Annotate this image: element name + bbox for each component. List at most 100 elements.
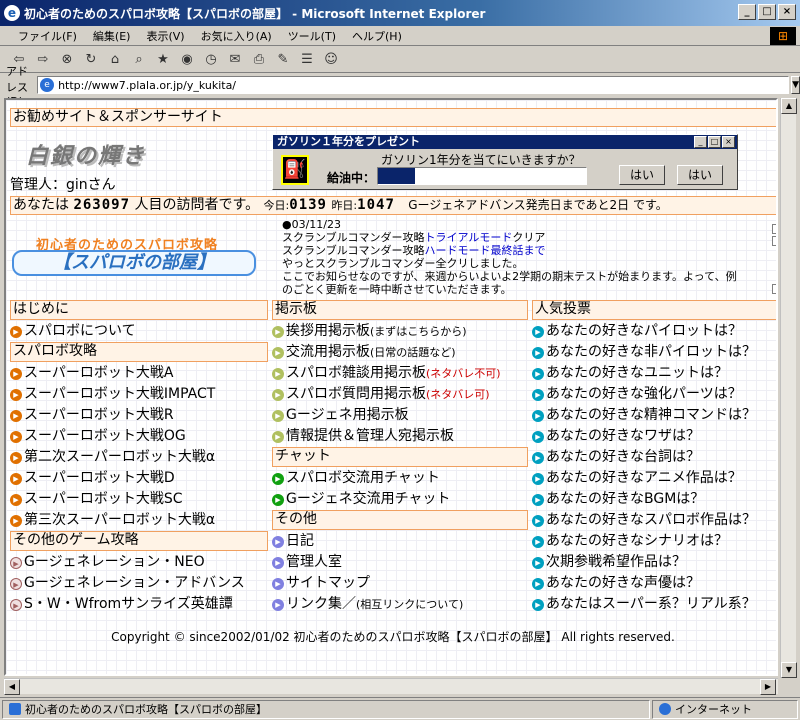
scroll-up-icon[interactable]: ▲: [781, 98, 797, 114]
link-poll[interactable]: ▶ あなたの好きなBGMは？: [532, 489, 776, 510]
link-chat-srw[interactable]: ▶ スパロボ交流用チャット: [272, 468, 528, 489]
home-icon[interactable]: ⌂: [106, 51, 124, 69]
bullet-icon: ▶: [10, 430, 22, 443]
address-dropdown-icon[interactable]: ▼: [791, 76, 800, 94]
menu-tools[interactable]: ツール(T): [288, 28, 336, 44]
link-admin-room[interactable]: ▶ 管理人室: [272, 552, 528, 573]
sponsor-logo[interactable]: 白銀の輝き: [26, 138, 146, 170]
address-url: http://www7.plala.or.jp/y_kukita/: [58, 78, 237, 92]
title-bar: e 初心者のためのスパロボ攻略【スパロボの部屋】 - Microsoft Int…: [0, 0, 800, 26]
news-scroll-up[interactable]: [772, 224, 776, 234]
edit-icon[interactable]: ✎: [274, 51, 292, 69]
menu-edit[interactable]: 編集(E): [93, 28, 131, 44]
link-srw-og[interactable]: ▶ スーパーロボット大戦OG: [10, 426, 268, 447]
section-chat: チャット: [272, 447, 528, 467]
link-ggen-neo[interactable]: ▶ Gージェネレーション・NEO: [10, 552, 268, 573]
link-poll[interactable]: ▶ あなたの好きな強化パーツは？: [532, 384, 776, 405]
stop-icon[interactable]: ⊗: [58, 51, 76, 69]
link-srw-impact[interactable]: ▶ スーパーロボット大戦IMPACT: [10, 384, 268, 405]
ad-yes-button-1[interactable]: はい: [619, 165, 665, 185]
link-poll[interactable]: ▶ あなたの好きなユニットは？: [532, 363, 776, 384]
news-link-trial[interactable]: トライアルモード: [424, 231, 512, 244]
favorites-icon[interactable]: ★: [154, 51, 172, 69]
news-scroll-track[interactable]: [772, 236, 776, 246]
yesterday-label: 昨日:: [331, 199, 358, 212]
minimize-button[interactable]: _: [738, 4, 756, 20]
scroll-down-icon[interactable]: ▼: [781, 662, 797, 678]
scroll-right-icon[interactable]: ▶: [760, 679, 776, 695]
link-bbs-greeting[interactable]: ▶ 挨拶用掲示板 (まずはこちらから): [272, 321, 528, 342]
link-ggen-advance[interactable]: ▶ Gージェネレーション・アドバンス: [10, 573, 268, 594]
menu-bar: ファイル(F) 編集(E) 表示(V) お気に入り(A) ツール(T) ヘルプ(…: [0, 26, 800, 46]
menu-favorites[interactable]: お気に入り(A): [201, 28, 272, 44]
news-scroll-down[interactable]: [772, 284, 776, 294]
link-bbs-question[interactable]: ▶ スパロボ質問用掲示板 (ネタバレ可): [272, 384, 528, 405]
discuss-icon[interactable]: ☰: [298, 51, 316, 69]
section-intro: はじめに: [10, 300, 268, 320]
link-srw-r[interactable]: ▶ スーパーロボット大戦R: [10, 405, 268, 426]
address-input[interactable]: e http://www7.plala.or.jp/y_kukita/: [37, 76, 790, 94]
link-poll[interactable]: ▶ あなたの好きな台詞は？: [532, 447, 776, 468]
menu-help[interactable]: ヘルプ(H): [352, 28, 402, 44]
link-srw-d[interactable]: ▶ スーパーロボット大戦D: [10, 468, 268, 489]
link-poll[interactable]: ▶ あなたの好きなスパロボ作品は？: [532, 510, 776, 531]
link-srw-alpha3[interactable]: ▶ 第三次スーパーロボット大戦α: [10, 510, 268, 531]
link-sitemap[interactable]: ▶ サイトマップ: [272, 573, 528, 594]
ad-yes-button-2[interactable]: はい: [677, 165, 723, 185]
refresh-icon[interactable]: ↻: [82, 51, 100, 69]
toolbar: ⇦ ⇨ ⊗ ↻ ⌂ ⌕ ★ ◉ ◷ ✉ ⎙ ✎ ☰ ☺: [0, 47, 800, 73]
link-diary[interactable]: ▶ 日記: [272, 531, 528, 552]
link-bbs-ggen[interactable]: ▶ Gージェネ用掲示板: [272, 405, 528, 426]
link-sww[interactable]: ▶ S・W・Wfromサンライズ英雄譚: [10, 594, 268, 615]
bullet-icon: ▶: [272, 556, 284, 569]
forward-icon[interactable]: ⇨: [34, 51, 52, 69]
bullet-icon: ▶: [272, 430, 284, 443]
media-icon[interactable]: ◉: [178, 51, 196, 69]
link-poll[interactable]: ▶ あなたの好きな声優は？: [532, 573, 776, 594]
maximize-button[interactable]: □: [758, 4, 776, 20]
close-button[interactable]: ×: [778, 4, 796, 20]
messenger-icon[interactable]: ☺: [322, 51, 340, 69]
bullet-icon: ▶: [10, 577, 22, 590]
link-about[interactable]: ▶ スパロボについて: [10, 321, 268, 342]
search-icon[interactable]: ⌕: [130, 51, 148, 69]
news-link-hard[interactable]: ハードモード最終話まで: [424, 244, 545, 257]
menu-column-2: 掲示板 ▶ 挨拶用掲示板 (まずはこちらから) ▶ 交流用掲示板 (日常の話題など) ▶…: [272, 300, 528, 615]
bullet-icon: ▶: [532, 451, 544, 464]
link-poll[interactable]: ▶ あなたの好きな非パイロットは？: [532, 342, 776, 363]
mail-icon[interactable]: ✉: [226, 51, 244, 69]
bullet-icon: ▶: [10, 388, 22, 401]
window-title: 初心者のためのスパロボ攻略【スパロボの部屋】 - Microsoft Inter…: [24, 6, 486, 21]
link-srw-alpha2[interactable]: ▶ 第二次スーパーロボット大戦α: [10, 447, 268, 468]
link-poll[interactable]: ▶ あなたの好きなシナリオは？: [532, 531, 776, 552]
menu-file[interactable]: ファイル(F): [18, 28, 77, 44]
admin-name: 管理人：ginさん: [10, 177, 116, 193]
page-content: お勧めサイト＆スポンサーサイト 白銀の輝き 管理人：ginさん ガソリン１年分を…: [4, 98, 778, 676]
link-poll[interactable]: ▶ あなたの好きなパイロットは？: [532, 321, 776, 342]
link-srw-sc[interactable]: ▶ スーパーロボット大戦SC: [10, 489, 268, 510]
link-poll[interactable]: ▶ あなたはスーパー系？リアル系？: [532, 594, 776, 615]
ad-popup[interactable]: ガソリン１年分をプレゼント _ □ × ⛽ ガソリン1年分を当てにいきますか？ 給油…: [272, 134, 738, 190]
link-links[interactable]: ▶ リンク集／ (相互リンクについて): [272, 594, 528, 615]
link-poll[interactable]: ▶ あなたの好きな精神コマンドは？: [532, 405, 776, 426]
link-bbs-info[interactable]: ▶ 情報提供＆管理人宛掲示板: [272, 426, 528, 447]
bullet-icon: ▶: [272, 577, 284, 590]
vertical-scrollbar[interactable]: ▲ ▼: [780, 98, 797, 678]
scroll-left-icon[interactable]: ◀: [4, 679, 20, 695]
menu-view[interactable]: 表示(V): [146, 28, 184, 44]
link-poll[interactable]: ▶ あなたの好きなアニメ作品は？: [532, 468, 776, 489]
page-icon: e: [40, 78, 55, 92]
today-label: 今日:: [263, 199, 290, 212]
link-bbs-exchange[interactable]: ▶ 交流用掲示板 (日常の話題など): [272, 342, 528, 363]
link-bbs-chat[interactable]: ▶ スパロボ雑談用掲示板 (ネタバレ不可): [272, 363, 528, 384]
link-poll[interactable]: ▶ 次期参戦希望作品は？: [532, 552, 776, 573]
bullet-icon: ▶: [10, 367, 22, 380]
link-srw-a[interactable]: ▶ スーパーロボット大戦A: [10, 363, 268, 384]
horizontal-scrollbar[interactable]: ◀ ▶: [4, 678, 778, 695]
print-icon[interactable]: ⎙: [250, 51, 268, 69]
link-poll[interactable]: ▶ あなたの好きなワザは？: [532, 426, 776, 447]
link-chat-ggen[interactable]: ▶ Gージェネ交流用チャット: [272, 489, 528, 510]
history-icon[interactable]: ◷: [202, 51, 220, 69]
news-line5: のごとく更新を一時中断させていただきます。: [282, 283, 512, 296]
news-line4: ここでお知らせなのですが、来週からいよいよ2学期の期末テストが始まります。よって…: [282, 270, 737, 283]
